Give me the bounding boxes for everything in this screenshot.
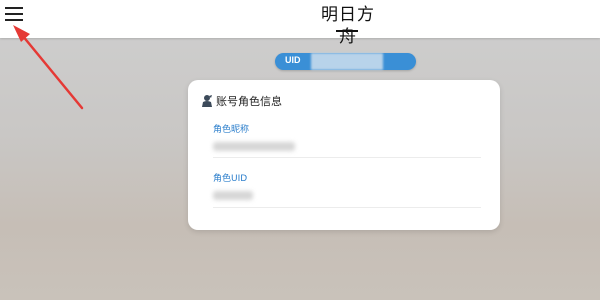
account-info-card: 账号角色信息 角色昵称 角色UID xyxy=(188,80,500,230)
logo-text: 明日方舟 xyxy=(321,5,375,47)
uid-value-redacted xyxy=(311,53,383,70)
role-uid-label: 角色UID xyxy=(213,174,248,184)
account-role-icon xyxy=(202,95,212,107)
hamburger-menu-icon[interactable] xyxy=(5,7,23,23)
logo-underline xyxy=(336,30,358,32)
role-nickname-value-redacted xyxy=(213,142,295,151)
field-divider xyxy=(213,157,481,158)
uid-bar: UID xyxy=(275,53,416,70)
arknights-logo: 明日方舟 xyxy=(313,4,383,47)
card-title: 账号角色信息 xyxy=(216,95,282,108)
field-divider xyxy=(213,207,481,208)
uid-label: UID xyxy=(285,55,301,65)
role-uid-value-redacted xyxy=(213,191,253,200)
top-navigation-bar: 明日方舟 xyxy=(0,0,600,47)
role-nickname-label: 角色昵称 xyxy=(213,125,250,135)
card-header: 账号角色信息 xyxy=(201,93,282,109)
